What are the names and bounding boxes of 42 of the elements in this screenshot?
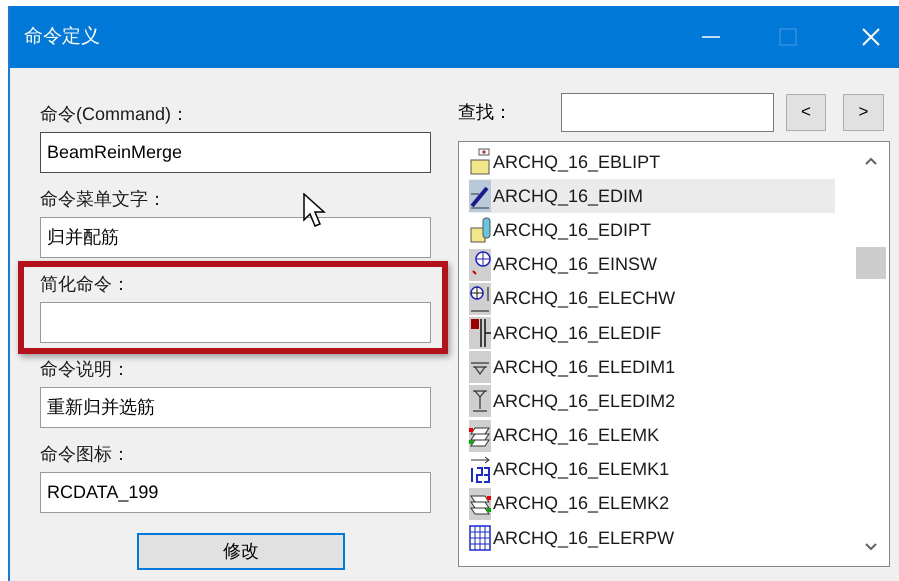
- icon-list-item[interactable]: ARCHQ_16_ELEDIF: [469, 316, 835, 350]
- icon-list-item[interactable]: ARCHQ_16_EDIM: [469, 179, 835, 214]
- icon-list-item[interactable]: ARCHQ_16_ELERPW: [469, 521, 835, 556]
- pen-icon: [469, 180, 491, 212]
- text-field[interactable]: RCDATA_199: [40, 472, 431, 513]
- icon-list-item[interactable]: ARCHQ_16_EINSW: [469, 248, 835, 282]
- numbers-icon: [469, 454, 491, 486]
- search-label: 查找：: [458, 100, 513, 124]
- field-label: 命令菜单文字：: [40, 188, 166, 211]
- wall-icon: [469, 317, 491, 350]
- icon-list-item[interactable]: ARCHQ_16_ELEMK1: [469, 452, 835, 487]
- crosshair-icon: [469, 282, 491, 315]
- text-field[interactable]: BeamReinMerge: [40, 132, 431, 173]
- scroll-down-icon[interactable]: [864, 542, 878, 552]
- dimension-icon: [469, 351, 491, 384]
- window-title: 命令定义: [24, 24, 101, 49]
- search-field[interactable]: [561, 92, 774, 132]
- previous-button[interactable]: <: [786, 94, 826, 130]
- icon-list-item[interactable]: ARCHQ_16_EDIPT: [469, 213, 835, 248]
- modify-button[interactable]: 修改: [137, 533, 345, 570]
- icon-list-item[interactable]: ARCHQ_16_ELECHW: [469, 282, 835, 316]
- text-field[interactable]: [40, 302, 431, 343]
- layers-icon: [469, 420, 491, 452]
- icon-list-item[interactable]: ARCHQ_16_ELEDIM2: [469, 384, 835, 418]
- field-label: 简化命令：: [40, 273, 130, 296]
- icon-list-item[interactable]: ARCHQ_16_ELEMK2: [469, 486, 835, 522]
- scroll-thumb[interactable]: [856, 247, 886, 279]
- icon-list-item[interactable]: ARCHQ_16_ELEDIM1: [469, 350, 835, 384]
- dimension-icon: [469, 385, 491, 418]
- layers-icon: [469, 488, 491, 520]
- crosshair-icon: [469, 248, 491, 281]
- mouse-cursor-icon: [303, 193, 329, 229]
- icon-list-item[interactable]: ARCHQ_16_ELEMK: [469, 418, 835, 453]
- icon-list-item[interactable]: ARCHQ_16_EBLIPT: [469, 145, 835, 180]
- field-label: 命令(Command)：: [40, 103, 190, 126]
- field-label: 命令图标：: [40, 443, 130, 466]
- text-field[interactable]: 重新归并选筋: [40, 387, 431, 428]
- text-field[interactable]: 归并配筋: [40, 217, 431, 258]
- next-button[interactable]: >: [843, 94, 884, 130]
- scroll-up-icon[interactable]: [864, 156, 878, 166]
- field-label: 命令说明：: [40, 358, 130, 381]
- close-icon[interactable]: [861, 27, 881, 47]
